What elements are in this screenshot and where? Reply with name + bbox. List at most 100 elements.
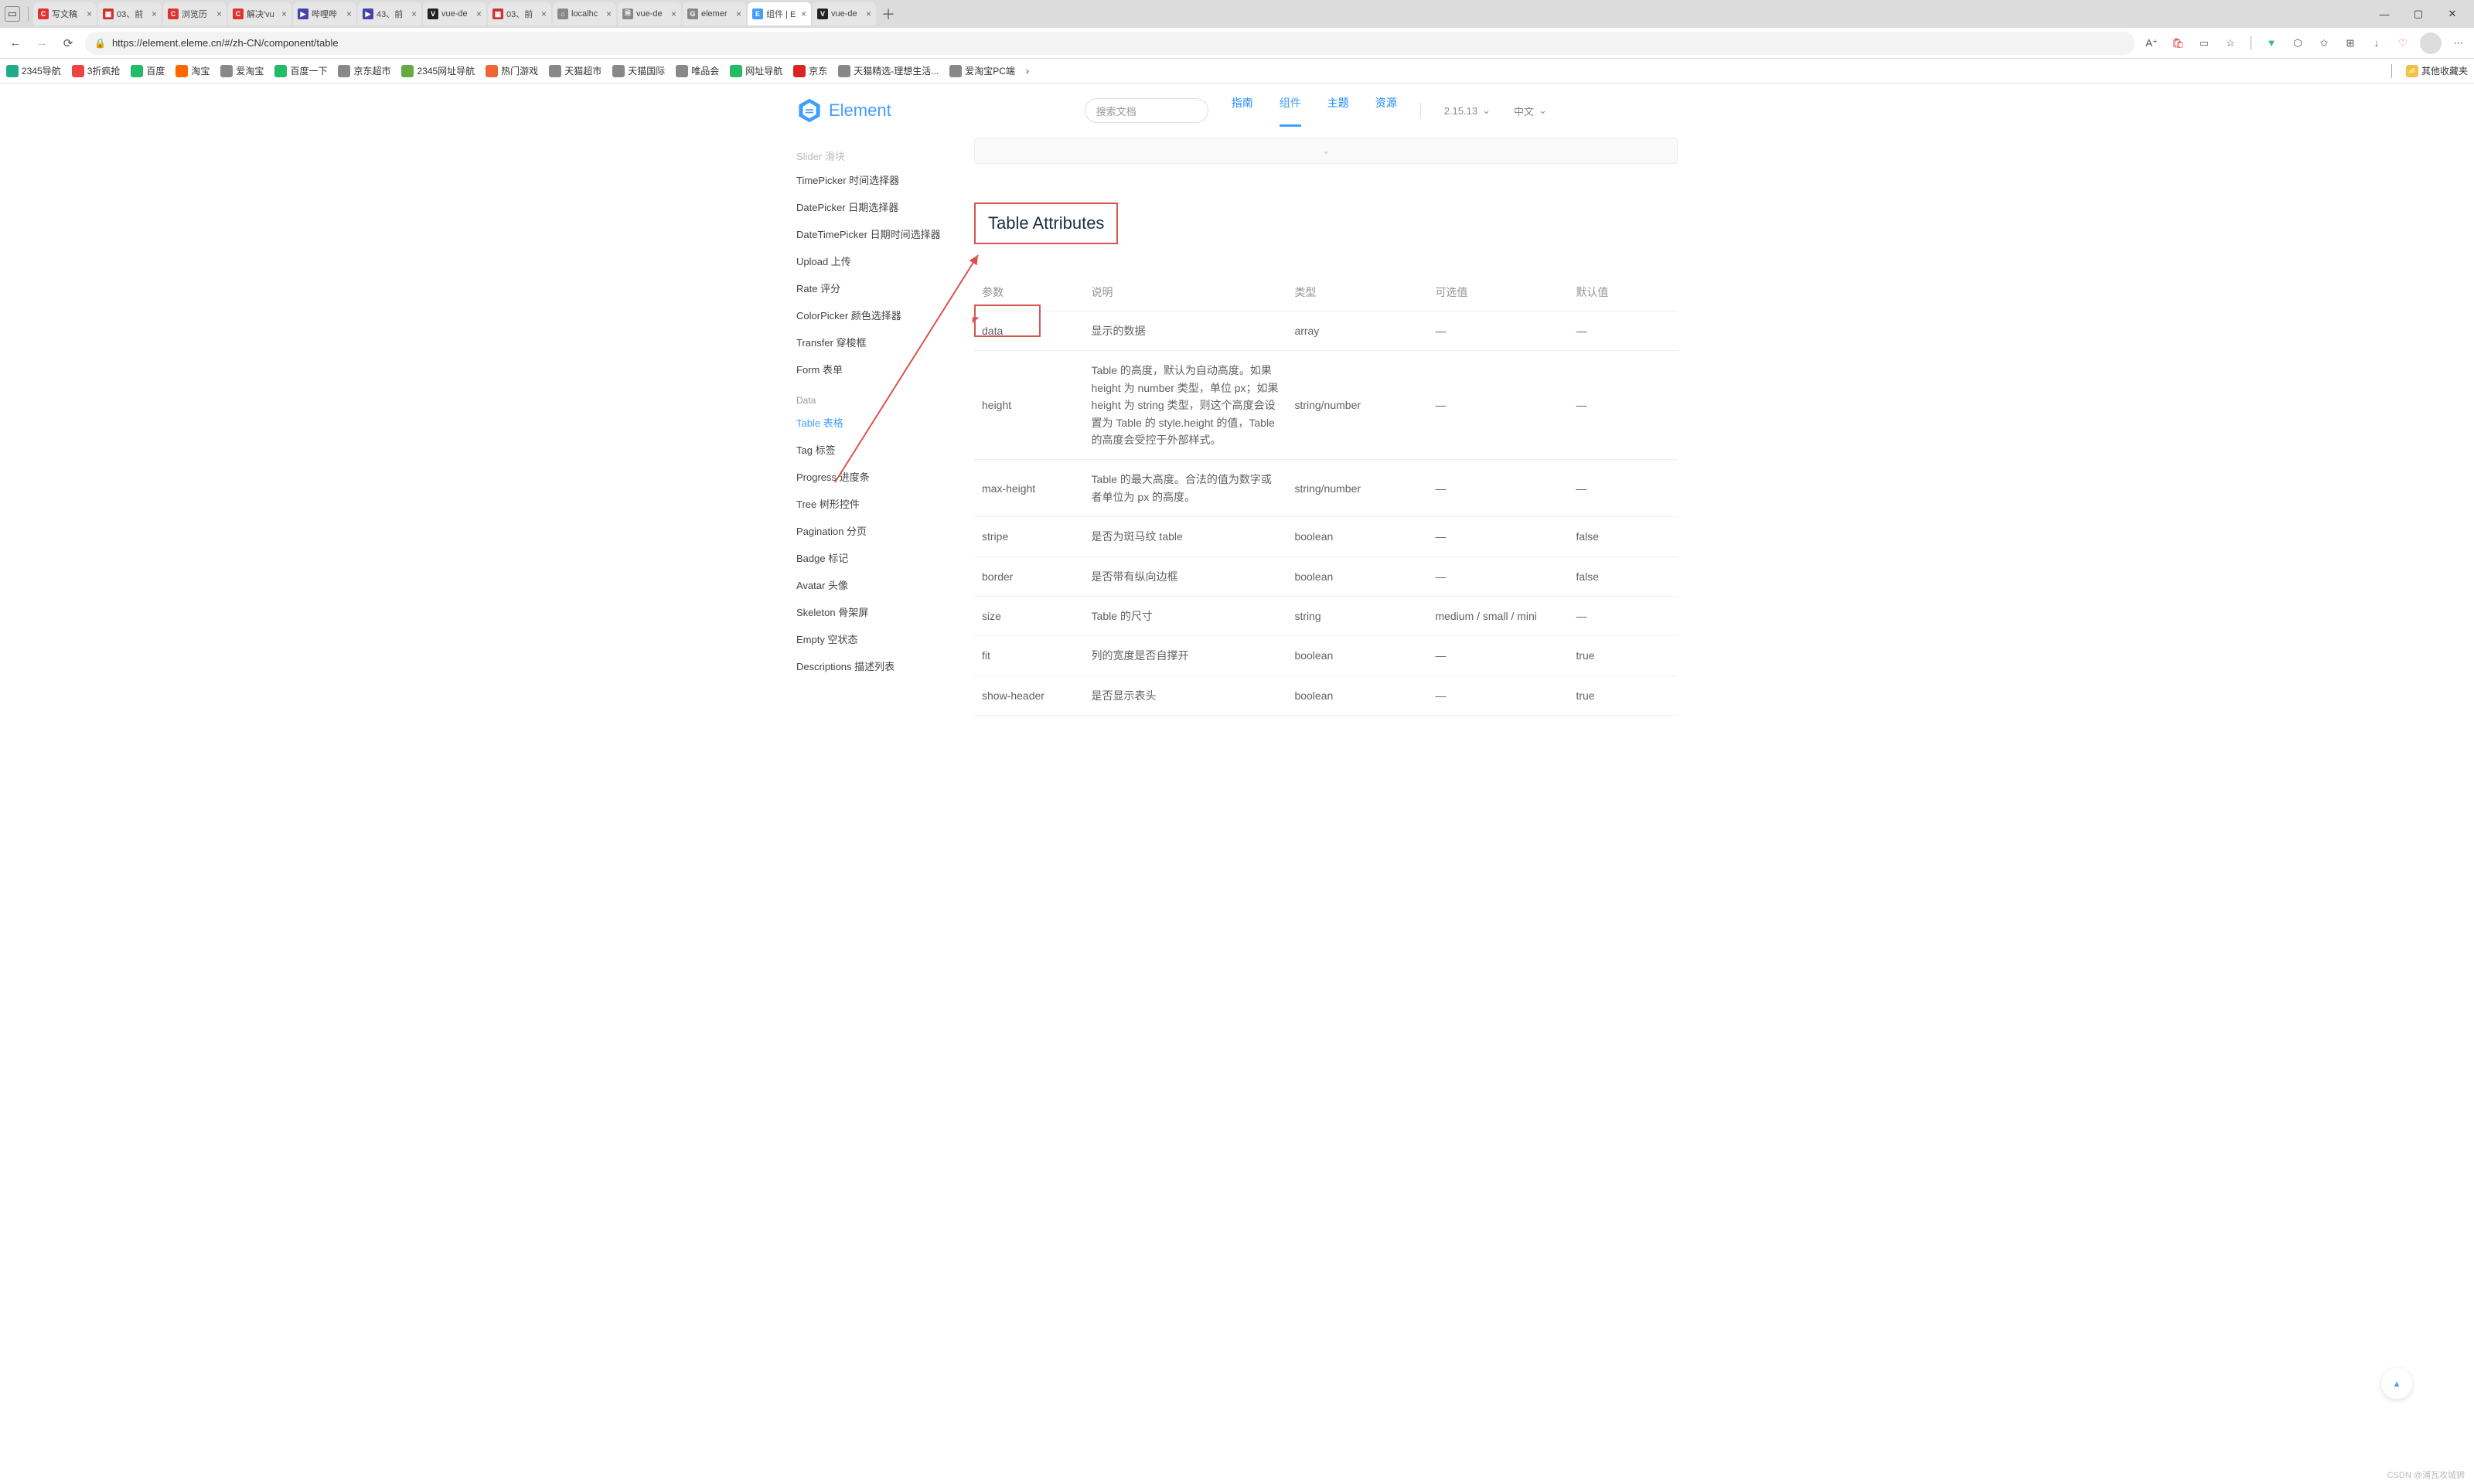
sidebar-item[interactable]: Rate 评分 <box>796 274 974 301</box>
back-button[interactable]: ← <box>6 34 25 53</box>
close-window-button[interactable]: ✕ <box>2435 2 2469 26</box>
browser-tab[interactable]: ⌂localhc× <box>553 2 616 26</box>
tab-close-icon[interactable]: × <box>801 9 806 19</box>
reload-button[interactable]: ⟳ <box>59 34 77 53</box>
tab-actions-icon[interactable]: ▭ <box>5 6 20 22</box>
sidebar-item[interactable]: Pagination 分页 <box>796 517 974 544</box>
bookmark-item[interactable]: 天猫国际 <box>612 64 665 77</box>
sidebar-item[interactable]: Empty 空状态 <box>796 625 974 652</box>
bookmark-item[interactable]: 爱淘宝 <box>220 64 264 77</box>
sidebar-item[interactable]: TimePicker 时间选择器 <box>796 166 974 193</box>
browser-essentials-icon[interactable]: ♡ <box>2394 34 2412 53</box>
browser-tab[interactable]: C写文稿× <box>33 2 97 26</box>
browser-tab[interactable]: Vvue-de× <box>813 2 876 26</box>
tab-close-icon[interactable]: × <box>411 9 417 19</box>
browser-tab[interactable]: ▦03、前× <box>488 2 551 26</box>
nav-link[interactable]: 主题 <box>1327 95 1349 127</box>
more-menu-icon[interactable]: ⋯ <box>2449 34 2468 53</box>
tab-close-icon[interactable]: × <box>541 9 547 19</box>
bookmark-item[interactable]: 爱淘宝PC端 <box>949 64 1015 77</box>
tab-close-icon[interactable]: × <box>606 9 612 19</box>
browser-tab[interactable]: ▶43、前× <box>358 2 421 26</box>
bookmark-favicon <box>274 65 287 77</box>
bookmark-item[interactable]: 百度 <box>131 64 165 77</box>
sidebar-item[interactable]: Transfer 穿梭框 <box>796 328 974 356</box>
sidebar-item[interactable]: Skeleton 骨架屏 <box>796 598 974 625</box>
minimize-button[interactable]: — <box>2367 2 2401 26</box>
sidebar-item[interactable]: ColorPicker 颜色选择器 <box>796 301 974 328</box>
sidebar-item[interactable]: Progress 进度条 <box>796 463 974 490</box>
browser-tab[interactable]: Vvue-de× <box>423 2 486 26</box>
browser-tab[interactable]: E组件 | E× <box>748 2 811 26</box>
tab-close-icon[interactable]: × <box>476 9 482 19</box>
sidebar-item[interactable]: Badge 标记 <box>796 544 974 571</box>
nav-link[interactable]: 指南 <box>1232 95 1253 127</box>
read-aloud-icon[interactable]: A⁺ <box>2142 34 2161 53</box>
tab-close-icon[interactable]: × <box>736 9 741 19</box>
sidebar-item[interactable]: DatePicker 日期选择器 <box>796 193 974 220</box>
bookmark-item[interactable]: 热门游戏 <box>486 64 538 77</box>
scroll-to-top-button[interactable]: ▴ <box>2381 1368 2412 1399</box>
bookmark-item[interactable]: 天猫超市 <box>549 64 601 77</box>
browser-tab[interactable]: ▶哔哩哔× <box>293 2 356 26</box>
browser-tab[interactable]: C浏览历× <box>163 2 227 26</box>
bookmark-item[interactable]: 网址导航 <box>730 64 782 77</box>
sidebar-item[interactable]: Tag 标签 <box>796 436 974 463</box>
sidebar-item[interactable]: Descriptions 描述列表 <box>796 652 974 679</box>
site-logo[interactable]: Element <box>796 97 891 124</box>
tab-close-icon[interactable]: × <box>216 9 222 19</box>
tab-favicon: ▶ <box>298 9 308 19</box>
nav-link[interactable]: 组件 <box>1280 95 1301 127</box>
sidebar-item[interactable]: Tree 树形控件 <box>796 490 974 517</box>
bookmark-item[interactable]: 淘宝 <box>175 64 210 77</box>
bookmark-item[interactable]: 3折疯抢 <box>72 64 121 77</box>
bookmarks-overflow[interactable]: › <box>1026 66 1029 77</box>
collections-panel-icon[interactable]: ⊞ <box>2341 34 2360 53</box>
url-input[interactable]: 🔒 https://element.eleme.cn/#/zh-CN/compo… <box>85 32 2135 55</box>
sidebar-item[interactable]: Slider 滑块 <box>796 145 974 166</box>
sidebar-item[interactable]: Table 表格 <box>796 409 974 436</box>
tab-close-icon[interactable]: × <box>87 9 92 19</box>
browser-tab[interactable]: 🗎vue-de× <box>618 2 681 26</box>
sidebar-item[interactable]: Upload 上传 <box>796 247 974 274</box>
version-selector[interactable]: 2.15.13 ⌄ <box>1444 104 1491 117</box>
downloads-icon[interactable]: ↓ <box>2367 34 2386 53</box>
bookmark-item[interactable]: 百度一下 <box>274 64 327 77</box>
doc-search-input[interactable]: 搜索文档 <box>1085 98 1208 123</box>
bookmark-item[interactable]: 京东超市 <box>338 64 390 77</box>
favorite-icon[interactable]: ☆ <box>2221 34 2240 53</box>
tab-close-icon[interactable]: × <box>281 9 287 19</box>
code-example-collapsed[interactable]: ⌄ <box>974 138 1678 164</box>
other-bookmarks-folder[interactable]: 📁 其他收藏夹 <box>2406 64 2468 77</box>
caret-up-icon: ▴ <box>2394 1377 2400 1390</box>
extension-icon[interactable]: ⬡ <box>2288 34 2307 53</box>
collections-icon[interactable]: ▭ <box>2195 34 2213 53</box>
browser-tab[interactable]: Gelemer× <box>683 2 746 26</box>
tab-close-icon[interactable]: × <box>671 9 676 19</box>
shopping-icon[interactable]: 🛍 <box>2169 34 2187 53</box>
sidebar-item[interactable]: DateTimePicker 日期时间选择器 <box>796 220 974 247</box>
forward-button[interactable]: → <box>32 34 51 53</box>
maximize-button[interactable]: ▢ <box>2401 2 2435 26</box>
browser-tab[interactable]: C解决'vu× <box>228 2 291 26</box>
browser-tab[interactable]: ▦03、前× <box>98 2 162 26</box>
vue-devtools-icon[interactable]: ▼ <box>2262 34 2281 53</box>
table-cell: border <box>974 556 1084 596</box>
sidebar-item[interactable]: Avatar 头像 <box>796 571 974 598</box>
new-tab-button[interactable]: ＋ <box>877 3 899 25</box>
tab-close-icon[interactable]: × <box>866 9 871 19</box>
bookmark-item[interactable]: 2345网址导航 <box>401 64 475 77</box>
bookmark-item[interactable]: 天猫精选-理想生活... <box>838 64 939 77</box>
bookmark-item[interactable]: 2345导航 <box>6 64 61 77</box>
favorites-bar-icon[interactable]: ✩ <box>2315 34 2333 53</box>
bookmark-item[interactable]: 唯品会 <box>676 64 719 77</box>
table-cell: 是否带有纵向边框 <box>1084 556 1287 596</box>
profile-avatar[interactable] <box>2420 32 2442 54</box>
sidebar-item[interactable]: Form 表单 <box>796 356 974 383</box>
tab-close-icon[interactable]: × <box>346 9 352 19</box>
language-selector[interactable]: 中文 ⌄ <box>1514 104 1547 118</box>
nav-link[interactable]: 资源 <box>1375 95 1397 127</box>
bookmark-item[interactable]: 京东 <box>793 64 827 77</box>
bookmark-favicon <box>838 65 850 77</box>
tab-close-icon[interactable]: × <box>152 9 157 19</box>
